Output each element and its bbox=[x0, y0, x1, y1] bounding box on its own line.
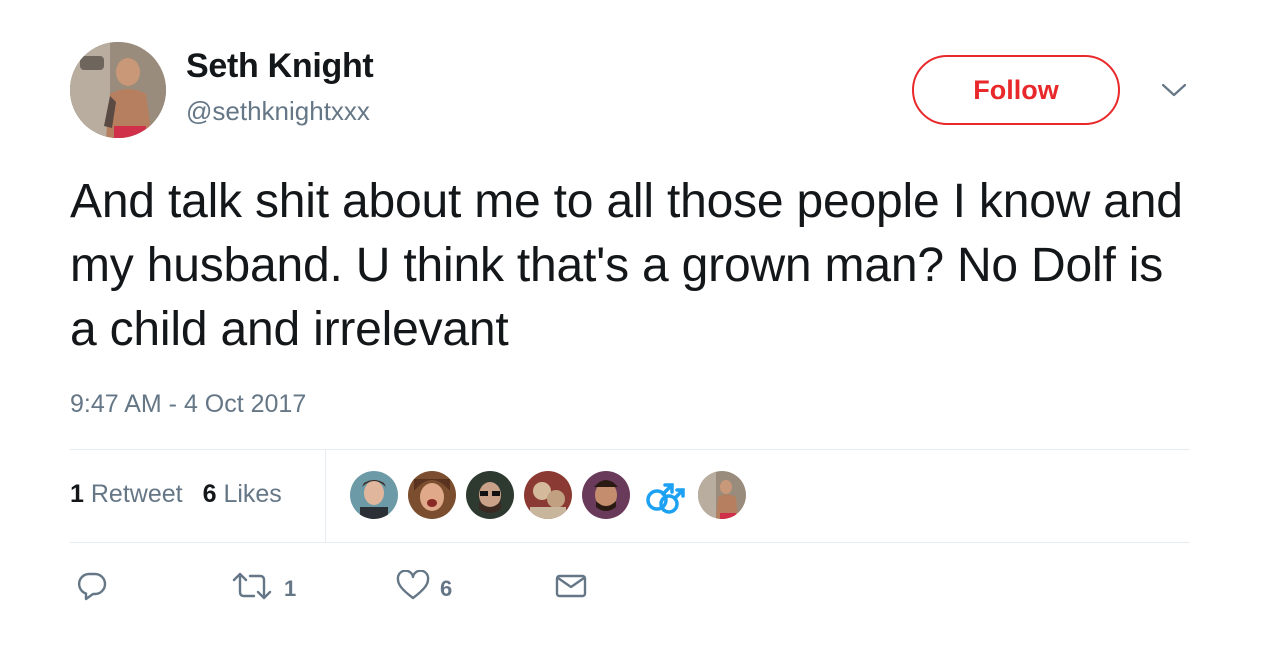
likes-count: 6 bbox=[202, 480, 217, 508]
user-display-name[interactable]: Seth Knight bbox=[186, 47, 374, 86]
heart-icon bbox=[396, 569, 430, 607]
retweet-button[interactable]: 1 bbox=[230, 570, 296, 607]
chevron-down-icon[interactable] bbox=[1160, 80, 1188, 100]
envelope-icon bbox=[554, 570, 588, 607]
tweet-text: And talk shit about me to all those peop… bbox=[70, 175, 1183, 356]
liker-avatar-2[interactable] bbox=[408, 471, 456, 519]
follow-button[interactable]: Follow bbox=[912, 55, 1120, 125]
retweet-count: 1 bbox=[70, 480, 84, 508]
like-button[interactable]: 6 bbox=[396, 569, 453, 607]
retweet-stat[interactable]: 1 Retweet bbox=[70, 480, 183, 509]
likes-label: Likes bbox=[223, 480, 282, 508]
retweet-icon bbox=[230, 570, 274, 607]
divider bbox=[70, 542, 1190, 543]
direct-message-button[interactable] bbox=[554, 570, 588, 607]
tweet-timestamp[interactable]: 9:47 AM - 4 Oct 2017 bbox=[70, 390, 306, 419]
reply-button[interactable] bbox=[76, 570, 108, 607]
like-action-count: 6 bbox=[440, 575, 453, 601]
retweet-action-count: 1 bbox=[284, 575, 297, 601]
user-handle[interactable]: @sethknightxxx bbox=[186, 96, 370, 127]
divider bbox=[70, 449, 1190, 450]
profile-avatar[interactable] bbox=[70, 42, 166, 138]
liker-avatar-5[interactable] bbox=[582, 471, 630, 519]
stats-separator bbox=[325, 450, 326, 542]
liker-avatars bbox=[350, 471, 746, 519]
male-symbols-icon[interactable] bbox=[640, 471, 688, 519]
retweet-label: Retweet bbox=[90, 480, 183, 508]
liker-avatar-4[interactable] bbox=[524, 471, 572, 519]
reply-icon bbox=[76, 570, 108, 607]
liker-avatar-3[interactable] bbox=[466, 471, 514, 519]
likes-stat[interactable]: 6 Likes bbox=[203, 480, 282, 509]
liker-avatar-1[interactable] bbox=[350, 471, 398, 519]
tweet-stats: 1 Retweet 6 Likes bbox=[70, 480, 282, 509]
liker-avatar-7[interactable] bbox=[698, 471, 746, 519]
